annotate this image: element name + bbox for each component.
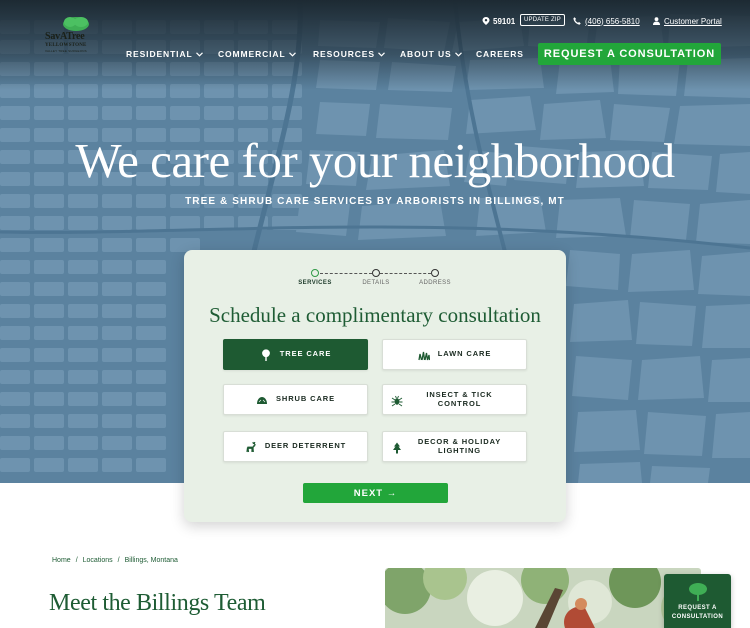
- form-progress-steps: SERVICES DETAILS ADDRESS: [184, 267, 566, 293]
- request-consultation-button[interactable]: REQUEST A CONSULTATION: [538, 43, 721, 65]
- service-option-label: DECOR & HOLIDAY LIGHTING: [417, 437, 502, 455]
- consultation-form-card: SERVICES DETAILS ADDRESS Schedule a comp…: [184, 250, 566, 522]
- nav-label: COMMERCIAL: [218, 49, 286, 59]
- hero-headline: We care for your neighborhood: [75, 133, 675, 188]
- nav-label: ABOUT US: [400, 49, 452, 59]
- service-option-lawn-care[interactable]: LAWN CARE: [382, 339, 527, 370]
- service-option-label: DEER DETERRENT: [264, 441, 347, 451]
- service-option-label: SHRUB CARE: [275, 394, 335, 404]
- deer-icon: [246, 441, 256, 452]
- floating-consultation-button[interactable]: REQUEST A CONSULTATION: [664, 574, 731, 628]
- next-button[interactable]: NEXT →: [303, 483, 448, 503]
- nav-residential[interactable]: RESIDENTIAL: [126, 47, 203, 61]
- phone-number: (406) 656-5810: [585, 16, 640, 26]
- step-dot-details: [372, 269, 380, 277]
- user-icon: [653, 17, 660, 25]
- breadcrumb-locations[interactable]: Locations: [83, 557, 113, 564]
- brand-name: SavATree: [45, 31, 85, 42]
- breadcrumb-separator: /: [75, 557, 78, 564]
- step-label-address: ADDRESS: [419, 280, 451, 286]
- tree-icon: [261, 348, 270, 361]
- service-option-shrub-care[interactable]: SHRUB CARE: [223, 384, 368, 415]
- phone-link[interactable]: (406) 656-5810: [573, 14, 640, 28]
- step-connector: [320, 273, 372, 274]
- service-option-deer-deterrent[interactable]: DEER DETERRENT: [223, 431, 368, 462]
- brand-tagline: VALLEY TREE SURGEONS: [45, 49, 87, 53]
- nav-about-us[interactable]: ABOUT US: [400, 47, 462, 61]
- brand-subtitle: YELLOWSTONE: [45, 43, 87, 48]
- location-pin-icon: [482, 17, 490, 25]
- service-option-tree-care[interactable]: TREE CARE: [223, 339, 368, 370]
- nav-label: RESIDENTIAL: [126, 49, 193, 59]
- customer-portal-link[interactable]: Customer Portal: [653, 14, 722, 28]
- nav-label: RESOURCES: [313, 49, 375, 59]
- breadcrumb-separator: /: [117, 557, 120, 564]
- tree-icon: [689, 583, 707, 601]
- hero-subheadline: TREE & SHRUB CARE SERVICES BY ARBORISTS …: [185, 196, 565, 207]
- step-connector: [380, 273, 431, 274]
- service-option-label: INSECT & TICK CONTROL: [426, 390, 493, 408]
- nav-commercial[interactable]: COMMERCIAL: [218, 47, 296, 61]
- form-title: Schedule a complimentary consultation: [209, 303, 541, 327]
- chevron-down-icon: [195, 51, 203, 57]
- update-zip-button[interactable]: UPDATE ZIP: [520, 14, 565, 26]
- service-option-insect-tick[interactable]: INSECT & TICK CONTROL: [382, 384, 527, 415]
- customer-portal-label: Customer Portal: [664, 16, 722, 26]
- bug-icon: [391, 395, 403, 407]
- breadcrumb-home[interactable]: Home: [52, 557, 71, 564]
- step-label-details: DETAILS: [362, 280, 390, 286]
- grass-icon: [418, 351, 430, 360]
- nav-resources[interactable]: RESOURCES: [313, 47, 385, 61]
- brand-logo[interactable]: SavATree YELLOWSTONE VALLEY TREE SURGEON…: [42, 14, 102, 54]
- chevron-down-icon: [378, 51, 385, 57]
- service-option-label: TREE CARE: [279, 349, 332, 359]
- phone-icon: [573, 17, 581, 25]
- service-option-decor-holiday-lighting[interactable]: DECOR & HOLIDAY LIGHTING: [382, 431, 527, 462]
- nav-label: CAREERS: [476, 49, 524, 59]
- zip-display: 59101: [482, 14, 515, 28]
- step-label-services: SERVICES: [298, 280, 332, 286]
- breadcrumb: Home / Locations / Billings, Montana: [52, 557, 183, 564]
- tree-logo-icon: [63, 17, 89, 31]
- nav-careers[interactable]: CAREERS: [476, 47, 524, 61]
- team-photo: [385, 568, 701, 628]
- zip-code: 59101: [493, 16, 516, 26]
- breadcrumb-current: Billings, Montana: [124, 557, 178, 564]
- step-dot-services: [311, 269, 319, 277]
- chevron-down-icon: [288, 51, 296, 57]
- section-title: Meet the Billings Team: [49, 590, 266, 616]
- step-dot-address: [431, 269, 439, 277]
- service-option-label: LAWN CARE: [437, 349, 492, 359]
- floating-cta-label: REQUEST A CONSULTATION: [671, 605, 724, 620]
- shrub-icon: [256, 396, 267, 404]
- pine-tree-icon: [393, 442, 401, 454]
- chevron-down-icon: [454, 51, 462, 57]
